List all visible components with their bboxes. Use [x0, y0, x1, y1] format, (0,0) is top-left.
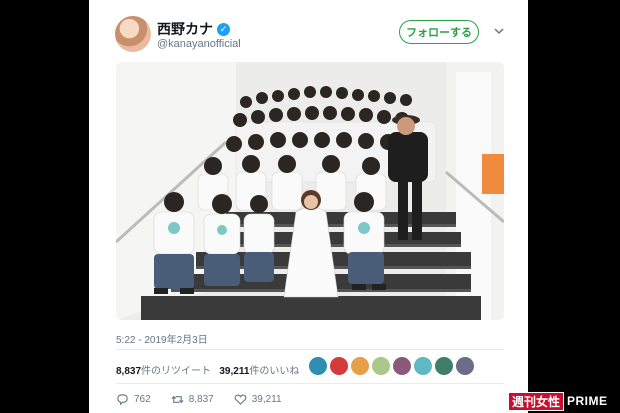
- liker-avatar[interactable]: [414, 357, 432, 375]
- liker-avatar[interactable]: [393, 357, 411, 375]
- like-label[interactable]: 件のいいね: [249, 366, 299, 377]
- like-button[interactable]: 39,211: [234, 393, 282, 406]
- chevron-down-icon[interactable]: [493, 25, 505, 37]
- handle[interactable]: @kanayanofficial: [157, 38, 241, 50]
- retweet-action-count: 8,837: [188, 394, 214, 405]
- watermark-logo: 週刊女性 PRIME: [508, 391, 611, 411]
- photo-illustration: [116, 62, 504, 320]
- watermark-part2: PRIME: [567, 394, 608, 408]
- watermark-part1: 週刊女性: [508, 391, 565, 411]
- liker-avatar[interactable]: [309, 357, 327, 375]
- tweet-header: 西野カナ ✓ @kanayanofficial フォローする: [115, 16, 510, 56]
- like-action-count: 39,211: [251, 394, 282, 405]
- retweet-icon: [171, 395, 184, 404]
- liker-avatar[interactable]: [456, 357, 474, 375]
- avatar[interactable]: [115, 16, 151, 52]
- tweet-card: 西野カナ ✓ @kanayanofficial フォローする 5:22 - 20…: [89, 0, 528, 413]
- liker-avatar[interactable]: [351, 357, 369, 375]
- display-name[interactable]: 西野カナ: [157, 19, 213, 39]
- retweet-count[interactable]: 8,837: [116, 366, 141, 377]
- reply-count: 762: [134, 394, 151, 405]
- name-row: 西野カナ ✓: [157, 19, 230, 39]
- liker-avatar[interactable]: [435, 357, 453, 375]
- verified-icon: ✓: [217, 22, 230, 36]
- liker-avatar[interactable]: [372, 357, 390, 375]
- reply-button[interactable]: 762: [116, 393, 151, 406]
- like-icon: [234, 394, 247, 405]
- liker-avatars: [309, 357, 474, 375]
- tweet-stats: 8,837件のリツイート 39,211件のいいね: [116, 362, 299, 377]
- retweet-label[interactable]: 件のリツイート: [141, 366, 211, 377]
- tweet-timestamp[interactable]: 5:22 - 2019年2月3日: [116, 331, 208, 346]
- liker-avatar[interactable]: [330, 357, 348, 375]
- tweet-actions: 762 8,837 39,211: [116, 393, 302, 406]
- divider: [116, 349, 504, 350]
- follow-button[interactable]: フォローする: [399, 20, 479, 44]
- like-count[interactable]: 39,211: [219, 366, 249, 377]
- divider: [116, 383, 504, 384]
- retweet-button[interactable]: 8,837: [171, 393, 214, 406]
- reply-icon: [117, 394, 128, 406]
- tweet-photo[interactable]: [116, 62, 504, 320]
